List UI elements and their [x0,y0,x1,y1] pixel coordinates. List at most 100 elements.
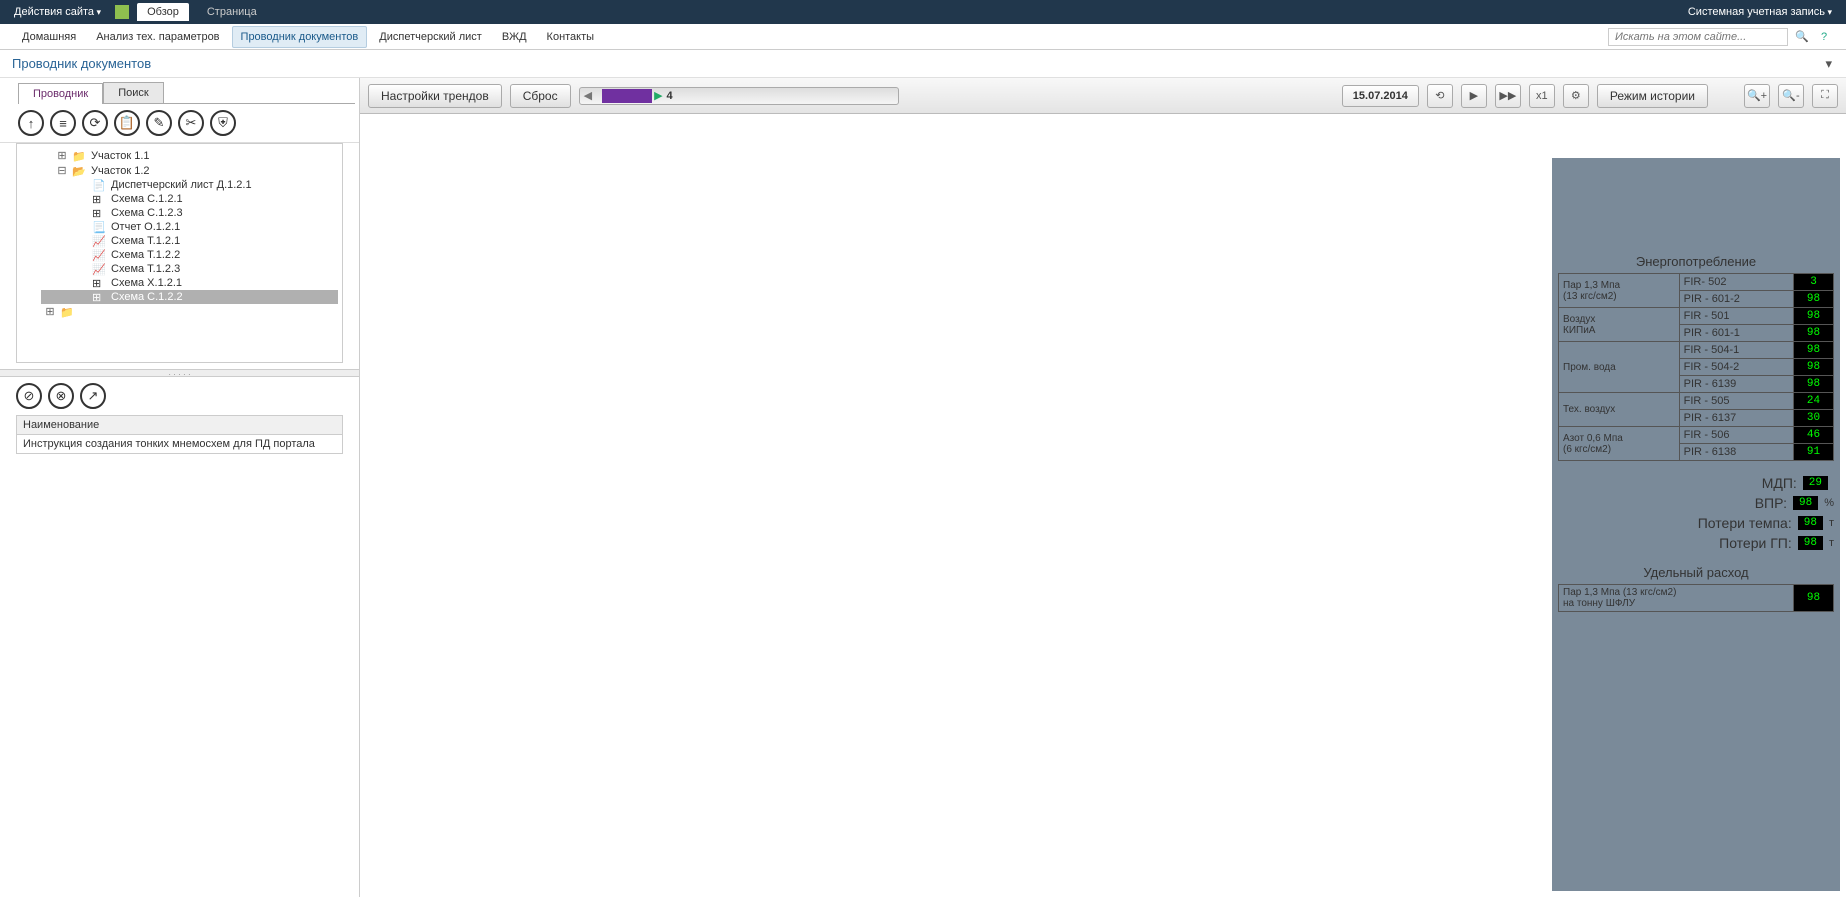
tree-item[interactable]: 📈 Схема Т.1.2.1 [41,234,338,248]
tree-item[interactable]: 📄Диспетчерский лист Д.1.2.1 [41,178,338,192]
up-icon[interactable]: ↑ [18,110,44,136]
account-dropdown[interactable]: Системная учетная запись [1682,4,1838,20]
tree-item[interactable]: ⊞📁Участок 1.1 [41,148,338,163]
zoom-out-icon[interactable]: 🔍- [1778,84,1804,108]
summary-unit: % [1824,497,1834,509]
shield-icon[interactable]: ⛨ [210,110,236,136]
tree-item[interactable]: 📃 Отчет О.1.2.1 [41,220,338,234]
content-area: Настройки трендов Сброс ◀ ▶ 4 15.07.2014… [360,78,1846,897]
energy-summary: МДП:29ВПР:98%Потери темпа:98тПотери ГП:9… [1558,475,1834,551]
date-display[interactable]: 15.07.2014 [1342,85,1419,107]
breadcrumb: Проводник документов ▾ [0,50,1846,78]
report-icon: 📃 [92,221,106,233]
speed-button[interactable]: x1 [1529,84,1555,108]
energy-title: Энергопотребление [1558,254,1834,269]
energy-param-value: 3 [1794,274,1834,291]
tree-item[interactable]: ⊞Схема С.1.2.3 [41,206,338,220]
energy-group: Пар 1,3 Мпа (13 кгс/см2) [1559,274,1680,308]
splitter-handle[interactable]: · · · · · [0,369,359,377]
schema-icon: ⊞ [92,277,106,289]
search-icon[interactable]: 🔍 [1794,29,1810,45]
compass-icon[interactable]: ⊘ [16,383,42,409]
schema-icon: ⊞ [92,291,106,303]
tree-item[interactable]: 📈Схема Т.1.2.2 [41,248,338,262]
energy-param-name: PIR - 6139 [1679,376,1793,393]
tab-page[interactable]: Страница [197,3,267,21]
tab-overview[interactable]: Обзор [137,3,189,21]
trend-icon: 📈 [92,263,106,275]
nav-vjd[interactable]: ВЖД [494,27,535,47]
nav-dispatcher[interactable]: Диспетчерский лист [371,27,490,47]
fast-forward-icon[interactable]: ▶▶ [1495,84,1521,108]
site-actions-dropdown[interactable]: Действия сайта [8,4,107,20]
step-back-icon[interactable]: ⟲ [1427,84,1453,108]
prop-header: Наименование [17,416,343,435]
list-icon[interactable]: ≡ [50,110,76,136]
nav-analysis[interactable]: Анализ тех. параметров [88,27,227,47]
energy-param-name: PIR - 6138 [1679,444,1793,461]
tree-label: Участок 1.1 [91,150,150,162]
slider-right-icon[interactable]: ▶ [654,89,662,102]
gear-icon[interactable]: ⚙ [1563,84,1589,108]
refresh-icon[interactable]: ⟳ [82,110,108,136]
reset-button[interactable]: Сброс [510,84,571,108]
folder-open-icon: 📂 [72,165,86,177]
tree-item[interactable]: ⊞Схема С.1.2.2 [41,290,338,304]
energy-param-name: FIR - 504-1 [1679,342,1793,359]
clipboard-icon[interactable]: 📋 [114,110,140,136]
tree-label: Схема Х.1.2.1 [111,277,182,289]
search-input[interactable] [1608,28,1788,46]
trends-settings-button[interactable]: Настройки трендов [368,84,502,108]
fit-screen-icon[interactable]: ⛶ [1812,84,1838,108]
udel-value: 98 [1794,585,1834,612]
slider-value: 4 [667,90,673,102]
nav-doc-explorer[interactable]: Проводник документов [232,26,368,48]
folder-icon: 📁 [60,306,74,318]
document-tree[interactable]: ⊞📁Участок 1.1⊟📂Участок 1.2📄Диспетчерский… [16,143,343,363]
sidebar-tab-explorer[interactable]: Проводник [18,83,103,104]
target-icon[interactable]: ⊗ [48,383,74,409]
tree-item[interactable]: ⊞📁 [41,304,338,319]
energy-group: Азот 0,6 Мпа (6 кгс/см2) [1559,427,1680,461]
nav-contacts[interactable]: Контакты [539,27,603,47]
energy-param-value: 24 [1794,393,1834,410]
secondary-nav: Домашняя Анализ тех. параметров Проводни… [0,24,1846,50]
energy-param-name: FIR - 501 [1679,308,1793,325]
arrow-out-icon[interactable]: ↗ [80,383,106,409]
help-icon[interactable]: ? [1816,29,1832,45]
nav-home[interactable]: Домашняя [14,27,84,47]
tree-label: Отчет О.1.2.1 [111,221,180,233]
energy-param-name: FIR - 504-2 [1679,359,1793,376]
sidebar-tab-search[interactable]: Поиск [103,82,163,103]
content-toolbar: Настройки трендов Сброс ◀ ▶ 4 15.07.2014… [360,78,1846,114]
tree-item[interactable]: ⊞Схема С.1.2.1 [41,192,338,206]
breadcrumb-dropdown-icon[interactable]: ▾ [1825,56,1832,72]
slider-thumb[interactable] [602,89,652,103]
zoom-in-icon[interactable]: 🔍+ [1744,84,1770,108]
tree-label: Схема Т.1.2.3 [111,263,180,275]
tree-label: Схема Т.1.2.1 [111,235,180,247]
history-mode-button[interactable]: Режим истории [1597,84,1708,108]
energy-param-value: 91 [1794,444,1834,461]
tree-item[interactable]: 📈 Схема Т.1.2.3 [41,262,338,276]
tree-item[interactable]: ⊟📂Участок 1.2 [41,163,338,178]
energy-param-value: 46 [1794,427,1834,444]
tree-label: Участок 1.2 [91,165,150,177]
energy-param-name: FIR - 506 [1679,427,1793,444]
summary-value: 29 [1803,476,1828,490]
tree-label: Схема С.1.2.3 [111,207,183,219]
energy-param-name: FIR- 502 [1679,274,1793,291]
play-icon[interactable]: ▶ [1461,84,1487,108]
summary-label: Потери ГП: [1719,535,1792,551]
trend-icon: 📈 [92,235,106,247]
time-slider[interactable]: ◀ ▶ 4 [579,87,899,105]
energy-group: Пром. вода [1559,342,1680,393]
udel-label: Пар 1,3 Мпа (13 кгс/см2) на тонну ШФЛУ [1559,585,1794,612]
edit-icon[interactable]: ✎ [146,110,172,136]
summary-label: ВПР: [1755,495,1787,511]
tree-item[interactable]: ⊞ Схема Х.1.2.1 [41,276,338,290]
slider-left-icon[interactable]: ◀ [584,89,592,102]
cut-icon[interactable]: ✂ [178,110,204,136]
summary-value: 98 [1798,536,1823,550]
trend-icon: 📈 [92,249,106,261]
